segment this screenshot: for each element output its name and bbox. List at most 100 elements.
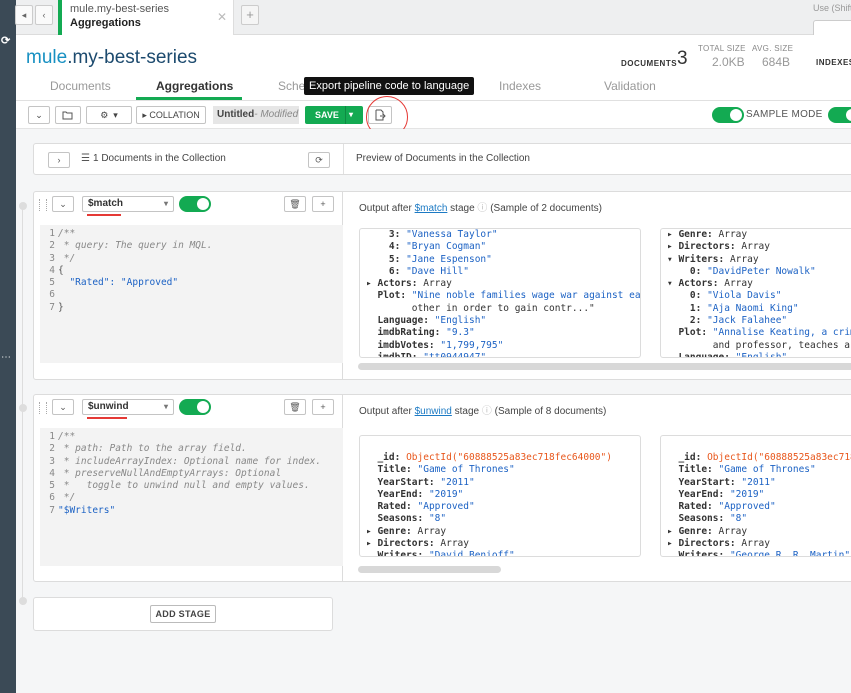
- document-field: YearStart: "2011": [377, 476, 475, 488]
- code-line: 1/**: [40, 431, 343, 443]
- refresh-button[interactable]: ⟳: [308, 152, 330, 168]
- rail-dot: [19, 597, 27, 605]
- stage-link[interactable]: $unwind: [415, 406, 452, 417]
- document-field: Writers: "David Benioff": [377, 550, 515, 557]
- document-field: ▾ Writers: Array: [667, 253, 759, 265]
- auto-preview-toggle[interactable]: [828, 107, 851, 123]
- add-stage-button[interactable]: ADD STAGE: [150, 605, 216, 623]
- app-sidebar: ⟳ ⋯: [0, 0, 16, 693]
- document-field: imdbRating: "9.3": [377, 327, 475, 339]
- delete-stage-icon[interactable]: 🗑: [284, 399, 306, 415]
- operator-label: $unwind: [88, 401, 129, 412]
- add-stage-after-icon[interactable]: +: [312, 399, 334, 415]
- document-field: 5: "Jane Espenson": [388, 253, 492, 265]
- document-field: Seasons: "8": [678, 513, 748, 525]
- tab-scroll-left-icon[interactable]: ◂: [15, 5, 33, 25]
- settings-gear-icon[interactable]: ⚙ ▾: [86, 106, 132, 124]
- document-field: 6: "Dave Hill": [388, 265, 469, 277]
- document-field: Plot: "Nine noble families wage war agai…: [377, 290, 641, 302]
- tab-bar: ◂ ‹ mule.my-best-series Aggregations ✕ +…: [15, 0, 851, 46]
- stage-operator-select[interactable]: $match ▾: [82, 196, 174, 216]
- expand-chevron-icon[interactable]: ›: [48, 152, 70, 168]
- tab-schema[interactable]: Sche: [278, 79, 305, 93]
- code-line: 5 "Rated": "Approved": [40, 277, 343, 289]
- code-line: 7 "$Writers": [40, 505, 343, 517]
- more-icon[interactable]: ⋯: [1, 352, 11, 363]
- tab-indexes[interactable]: Indexes: [499, 79, 541, 93]
- line-number: 6: [49, 289, 55, 301]
- save-button[interactable]: SAVE ▾: [305, 106, 363, 124]
- refresh-icon[interactable]: ⟳: [1, 34, 10, 47]
- document-field: 0: "DavidPeter Nowalk": [689, 265, 816, 277]
- avg-size-value: 684B: [762, 55, 791, 69]
- add-stage-card: ADD STAGE: [33, 597, 333, 631]
- search-hint: Use (Shift+) E: [813, 3, 851, 13]
- sample-mode-toggle[interactable]: [712, 107, 744, 123]
- collapse-stage-icon[interactable]: ⌄: [52, 399, 74, 415]
- tab-aggregations[interactable]: Aggregations: [156, 79, 233, 93]
- line-number: 1: [49, 431, 55, 442]
- code-text: /**: [58, 431, 76, 442]
- document-field: and professor, teaches a g...: [712, 339, 851, 351]
- stage-operator-select[interactable]: $unwind ▾: [82, 399, 174, 419]
- document-field: imdbID: "tt0944947": [377, 351, 487, 358]
- horizontal-scrollbar[interactable]: [358, 566, 501, 573]
- info-icon: ⓘ: [481, 406, 492, 417]
- document-field: Language: "English": [678, 351, 788, 358]
- stage-editor: ⌄ $match ▾ 🗑 + 1/** 2 * query: The query i…: [34, 192, 343, 379]
- collapse-chevron-icon[interactable]: ⌄: [28, 106, 50, 124]
- drag-handle-icon[interactable]: [39, 402, 47, 414]
- save-dropdown-icon[interactable]: ▾: [349, 106, 353, 124]
- code-line: 1/**: [40, 228, 343, 240]
- code-line: 2 * query: The query in MQL.: [40, 240, 343, 252]
- document-field: Title: "Game of Thrones": [678, 464, 816, 476]
- line-number: 6: [49, 492, 55, 504]
- sample-document: 3: "Vanessa Taylor" 4: "Bryan Cogman" 5:…: [359, 228, 641, 358]
- modified-label: - Modified: [254, 109, 299, 120]
- tab-validation[interactable]: Validation: [604, 79, 656, 93]
- line-number: 4: [49, 467, 55, 479]
- stage-output: Output after $unwind stage ⓘ (Sample of …: [343, 395, 851, 581]
- drag-handle-icon[interactable]: [39, 199, 47, 211]
- code-text: */: [58, 252, 76, 264]
- line-number: 3: [49, 252, 55, 264]
- collection-header: mule.my-best-series DOCUMENTS 3 TOTAL SI…: [16, 35, 851, 75]
- pipeline-name[interactable]: Untitled- Modified: [213, 106, 299, 124]
- document-field: 1: "Aja Naomi King": [689, 302, 799, 314]
- sample-document: ▸ Genre: Array ▸ Directors: Array ▾ Writer…: [660, 228, 851, 358]
- document-field: ▸ Directors: Array: [667, 241, 770, 253]
- collapse-stage-icon[interactable]: ⌄: [52, 196, 74, 212]
- close-tab-icon[interactable]: ✕: [217, 10, 227, 24]
- code-text: {: [58, 264, 64, 276]
- delete-stage-icon[interactable]: 🗑: [284, 196, 306, 212]
- stage-enable-toggle[interactable]: [179, 399, 211, 415]
- export-tooltip: Export pipeline code to language: [304, 77, 475, 95]
- document-field: 0: "Viola Davis": [689, 290, 782, 302]
- stage-code-editor[interactable]: 1/** 2 * query: The query in MQL. 3 */4{5 …: [40, 225, 343, 363]
- rail-dot: [19, 404, 27, 412]
- document-field: 4: "Bryan Cogman": [388, 241, 487, 253]
- stage-code-editor[interactable]: 1/** 2 * path: Path to the array field. 3 …: [40, 428, 343, 566]
- code-text: * toggle to unwind null and empty values…: [58, 480, 310, 492]
- document-field: _id: ObjectId("60888525a83ec718f: [678, 452, 851, 463]
- back-icon[interactable]: ‹: [35, 5, 53, 25]
- code-line: 4 * preserveNullAndEmptyArrays: Optional: [40, 468, 343, 480]
- documents-count: 3: [677, 48, 688, 69]
- pipeline-workspace: › ☰ 1 Documents in the Collection ⟳ Prev…: [16, 129, 851, 693]
- open-folder-icon[interactable]: [55, 106, 81, 124]
- document-field: Plot: "Annalise Keating, a crimin: [678, 327, 851, 339]
- add-stage-after-icon[interactable]: +: [312, 196, 334, 212]
- stage-link[interactable]: $match: [415, 203, 448, 214]
- code-text: * path: Path to the array field.: [58, 443, 247, 455]
- stage-output-header: Output after $match stage ⓘ (Sample of 2…: [359, 203, 602, 214]
- sample-document: _id: ObjectId("60888525a83ec718fec64000"…: [359, 435, 641, 557]
- document-field: Title: "Game of Thrones": [377, 464, 515, 476]
- new-tab-button[interactable]: +: [241, 5, 259, 25]
- rail-dot: [19, 202, 27, 210]
- tab-documents[interactable]: Documents: [50, 79, 111, 93]
- stage-enable-toggle[interactable]: [179, 196, 211, 212]
- collation-button[interactable]: ▸ COLLATION: [136, 106, 206, 124]
- document-field: Rated: "Approved": [377, 501, 475, 513]
- horizontal-scrollbar[interactable]: [358, 363, 851, 370]
- tab-collection[interactable]: mule.my-best-series Aggregations ✕: [58, 0, 234, 35]
